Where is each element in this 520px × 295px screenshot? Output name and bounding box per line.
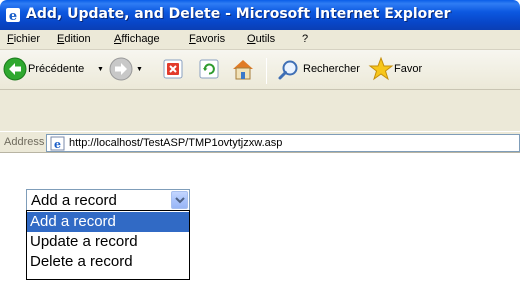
menu-favoris[interactable]: Favoris [189, 33, 225, 45]
menu-bar: Fichier Edition Affichage Favoris Outils… [0, 30, 520, 50]
option-update-record[interactable]: Update a record [27, 232, 189, 252]
action-select[interactable]: Add a record [26, 189, 190, 211]
menu-edition[interactable]: Edition [57, 33, 91, 45]
favorites-star-icon[interactable] [368, 56, 394, 82]
menu-affichage[interactable]: Affichage [114, 33, 160, 45]
chevron-down-icon [175, 197, 185, 204]
home-icon[interactable] [230, 56, 256, 82]
forward-arrow-icon[interactable] [109, 57, 133, 81]
toolbar-area [0, 90, 520, 131]
refresh-icon[interactable] [199, 59, 219, 79]
search-button-label[interactable]: Rechercher [303, 63, 360, 75]
title-bar[interactable]: e Add, Update, and Delete - Microsoft In… [0, 0, 520, 30]
select-current-value[interactable]: Add a record [31, 192, 117, 209]
option-delete-record[interactable]: Delete a record [27, 252, 189, 272]
favorites-button-label[interactable]: Favor [394, 63, 422, 75]
address-label: Address [4, 136, 45, 148]
back-arrow-icon[interactable] [3, 57, 27, 81]
ie-logo-icon: e [6, 8, 20, 23]
menu-fichier[interactable]: Fichier [7, 33, 40, 45]
svg-text:e: e [9, 9, 17, 23]
page-icon: e [50, 136, 65, 151]
option-add-record[interactable]: Add a record [27, 212, 189, 232]
stop-icon[interactable] [163, 59, 183, 79]
menu-help[interactable]: ? [302, 33, 308, 45]
address-field[interactable]: e http://localhost/TestASP/TMP1ovtytjzxw… [46, 134, 520, 152]
search-icon[interactable] [277, 58, 301, 82]
address-url[interactable]: http://localhost/TestASP/TMP1ovtytjzxw.a… [69, 137, 282, 149]
back-button-label[interactable]: Précédente [28, 63, 84, 75]
select-options-list: Add a record Update a record Delete a re… [26, 210, 190, 280]
forward-dropdown-icon[interactable]: ▼ [136, 66, 143, 73]
back-dropdown-icon[interactable]: ▼ [97, 66, 104, 73]
toolbar: Précédente ▼ ▼ Rechercher Favor [0, 50, 520, 90]
menu-outils[interactable]: Outils [247, 33, 275, 45]
window-title: Add, Update, and Delete - Microsoft Inte… [26, 6, 451, 22]
address-bar: Address e http://localhost/TestASP/TMP1o… [0, 131, 520, 153]
ie-window: e Add, Update, and Delete - Microsoft In… [0, 0, 520, 295]
select-dropdown-button[interactable] [171, 191, 188, 209]
svg-text:e: e [54, 138, 61, 151]
